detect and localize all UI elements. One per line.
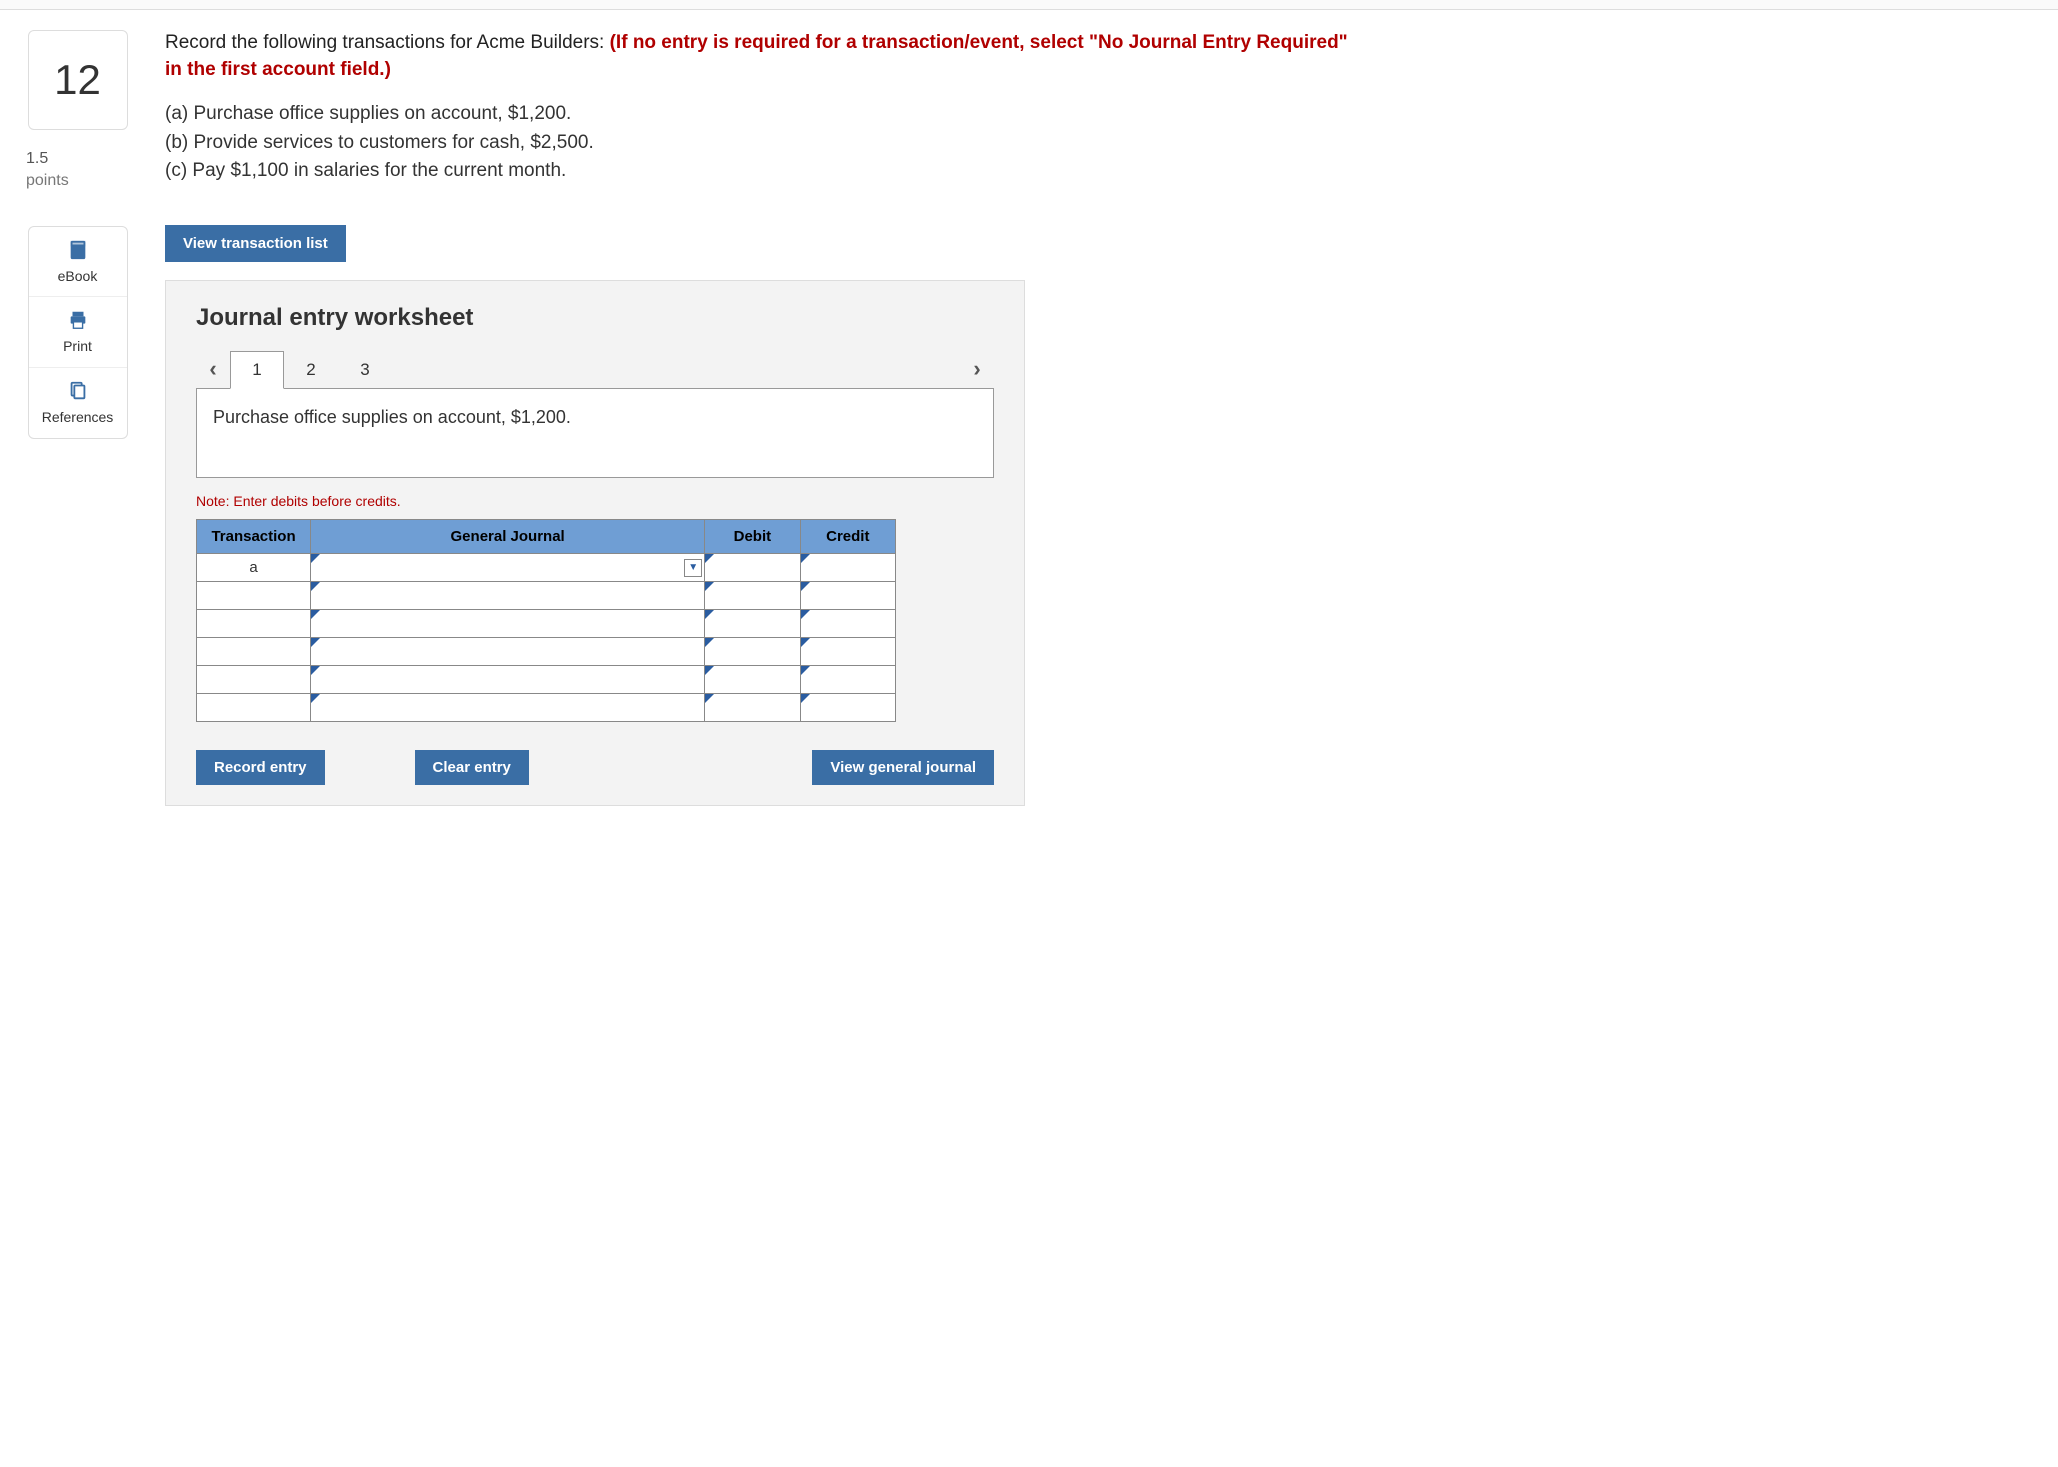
cell-general-journal[interactable]: [311, 582, 705, 610]
worksheet-footer-buttons: Record entry Clear entry View general jo…: [196, 750, 994, 785]
cell-debit[interactable]: [705, 582, 800, 610]
cell-credit[interactable]: [800, 582, 895, 610]
cell-general-journal[interactable]: [311, 610, 705, 638]
ebook-label: eBook: [58, 268, 98, 284]
worksheet-tab-row: ‹ 123 ›: [196, 351, 994, 389]
prompt-text: Record the following transactions for Ac…: [165, 30, 1365, 83]
references-button[interactable]: References: [29, 368, 127, 438]
header-credit: Credit: [800, 520, 895, 554]
cell-general-journal[interactable]: [311, 666, 705, 694]
table-row: a▼: [197, 554, 896, 582]
view-transaction-list-button[interactable]: View transaction list: [165, 225, 346, 262]
record-entry-button[interactable]: Record entry: [196, 750, 325, 785]
journal-table: Transaction General Journal Debit Credit…: [196, 519, 896, 722]
top-bar: [0, 0, 2058, 10]
cell-debit[interactable]: [705, 554, 800, 582]
table-row: [197, 638, 896, 666]
view-general-journal-button[interactable]: View general journal: [812, 750, 994, 785]
table-row: [197, 694, 896, 722]
table-row: [197, 666, 896, 694]
cell-transaction: [197, 582, 311, 610]
cell-debit[interactable]: [705, 638, 800, 666]
worksheet-tabs: 123: [230, 351, 392, 389]
cell-credit[interactable]: [800, 638, 895, 666]
transaction-b: (b) Provide services to customers for ca…: [165, 130, 1365, 157]
cell-transaction: [197, 610, 311, 638]
cell-transaction: a: [197, 554, 311, 582]
transaction-c: (c) Pay $1,100 in salaries for the curre…: [165, 158, 1365, 185]
ebook-button[interactable]: eBook: [29, 227, 127, 298]
chevron-right-icon[interactable]: ›: [960, 353, 994, 387]
cell-transaction: [197, 638, 311, 666]
cell-general-journal[interactable]: [311, 694, 705, 722]
worksheet-tab-1[interactable]: 1: [230, 351, 284, 389]
worksheet-note: Note: Enter debits before credits.: [196, 492, 994, 512]
header-general-journal: General Journal: [311, 520, 705, 554]
book-icon: [67, 239, 89, 261]
cell-credit[interactable]: [800, 694, 895, 722]
cell-credit[interactable]: [800, 610, 895, 638]
question-sidebar: 12 1.5 points eBook Print: [20, 30, 135, 439]
cell-credit[interactable]: [800, 554, 895, 582]
header-transaction: Transaction: [197, 520, 311, 554]
table-row: [197, 610, 896, 638]
transaction-a: (a) Purchase office supplies on account,…: [165, 101, 1365, 128]
cell-debit[interactable]: [705, 610, 800, 638]
print-button[interactable]: Print: [29, 297, 127, 368]
references-label: References: [42, 409, 114, 425]
worksheet-title: Journal entry worksheet: [196, 301, 994, 335]
toolbox: eBook Print References: [28, 226, 128, 439]
printer-icon: [67, 309, 89, 331]
cell-transaction: [197, 694, 311, 722]
worksheet-tab-2[interactable]: 2: [284, 351, 338, 389]
cell-debit[interactable]: [705, 694, 800, 722]
question-number: 12: [54, 51, 101, 110]
documents-icon: [67, 380, 89, 402]
prompt-intro: Record the following transactions for Ac…: [165, 32, 610, 53]
cell-general-journal[interactable]: [311, 638, 705, 666]
transaction-description: Purchase office supplies on account, $1,…: [213, 407, 571, 427]
transaction-description-box: Purchase office supplies on account, $1,…: [196, 388, 994, 478]
cell-credit[interactable]: [800, 666, 895, 694]
chevron-left-icon[interactable]: ‹: [196, 353, 230, 387]
cell-debit[interactable]: [705, 666, 800, 694]
clear-entry-button[interactable]: Clear entry: [415, 750, 529, 785]
points-display: 1.5 points: [20, 148, 135, 193]
worksheet-tab-3[interactable]: 3: [338, 351, 392, 389]
points-value: 1.5: [26, 148, 135, 170]
main-content: Record the following transactions for Ac…: [165, 30, 1365, 806]
print-label: Print: [63, 338, 92, 354]
cell-transaction: [197, 666, 311, 694]
transaction-lines: (a) Purchase office supplies on account,…: [165, 101, 1365, 185]
dropdown-toggle-icon[interactable]: ▼: [684, 559, 702, 577]
question-number-badge: 12: [28, 30, 128, 130]
journal-worksheet: Journal entry worksheet ‹ 123 › Purchase…: [165, 280, 1025, 806]
points-label: points: [26, 170, 135, 192]
table-row: [197, 582, 896, 610]
cell-general-journal[interactable]: ▼: [311, 554, 705, 582]
header-debit: Debit: [705, 520, 800, 554]
